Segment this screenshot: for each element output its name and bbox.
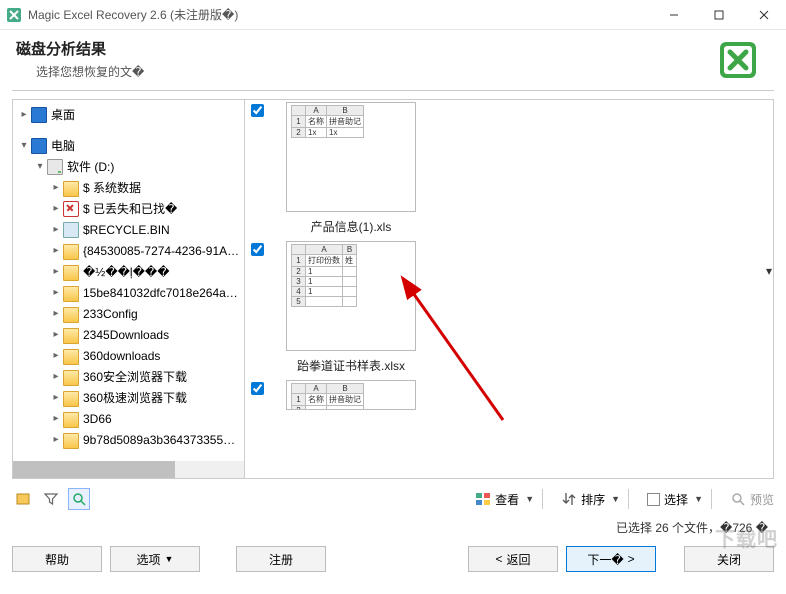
tree-item[interactable]: ▸{84530085-7274-4236-91A… xyxy=(45,240,244,261)
view-menu[interactable]: 查看▼ xyxy=(475,491,534,508)
tree-node-computer[interactable]: ▾电脑 xyxy=(13,135,244,156)
button-bar: 帮助 选项▼ 注册 <返回 下一�> 关闭 xyxy=(0,536,786,572)
minimize-button[interactable] xyxy=(651,0,696,29)
folder-icon xyxy=(63,181,79,197)
file-name: 跆拳道证书样表.xlsx xyxy=(273,357,429,374)
file-checkbox[interactable] xyxy=(251,382,264,395)
folder-icon xyxy=(63,412,79,428)
select-menu[interactable]: 选择▼ xyxy=(647,491,703,508)
folder-icon xyxy=(63,244,79,260)
file-item[interactable]: AB1名称拼音助记21x1x 产品信息(1).xls xyxy=(249,102,771,235)
checkbox-icon xyxy=(647,493,660,506)
tree-item[interactable]: ▸233Config xyxy=(45,303,244,324)
drive-icon xyxy=(47,159,63,175)
folder-icon xyxy=(63,391,79,407)
chevron-down-icon[interactable]: ▾ xyxy=(766,264,772,278)
file-list[interactable]: AB1名称拼音助记21x1x 产品信息(1).xls AB1打印份数姓2131415… xyxy=(245,100,773,478)
file-name: 产品信息(1).xls xyxy=(273,218,429,235)
separator xyxy=(12,90,774,91)
tree-item[interactable]: ▸360downloads xyxy=(45,345,244,366)
folder-icon xyxy=(63,307,79,323)
view-icon xyxy=(475,491,491,507)
titlebar: Magic Excel Recovery 2.6 (未注册版�) xyxy=(0,0,786,30)
preview-button[interactable]: 预览 xyxy=(730,491,774,508)
page-header: 磁盘分析结果 选择您想恢复的文� xyxy=(0,30,786,90)
tree-item[interactable]: ▸15be841032dfc7018e264a… xyxy=(45,282,244,303)
folder-tree[interactable]: ▸桌面 ▾电脑 ▾软件 (D:) ▸$ 系统数据▸$ 已丢失和已找�▸$RECY… xyxy=(13,100,245,478)
folder-icon xyxy=(63,286,79,302)
tree-item[interactable]: ▸�½��ļ��� xyxy=(45,261,244,282)
folder-icon xyxy=(63,265,79,281)
tree-item[interactable]: ▸$RECYCLE.BIN xyxy=(45,219,244,240)
tree-item[interactable]: ▸360极速浏览器下载 xyxy=(45,387,244,408)
tree-item[interactable]: ▸3D66 xyxy=(45,408,244,429)
file-item[interactable]: AB1名称拼音助记2 xyxy=(249,380,771,410)
computer-icon xyxy=(31,138,47,154)
desktop-icon xyxy=(31,107,47,123)
sort-icon xyxy=(561,491,577,507)
page-subtitle: 选择您想恢复的文� xyxy=(36,63,770,80)
tree-hscrollbar[interactable] xyxy=(13,461,244,478)
main-panel: ▸桌面 ▾电脑 ▾软件 (D:) ▸$ 系统数据▸$ 已丢失和已找�▸$RECY… xyxy=(12,99,774,479)
folder-icon xyxy=(63,370,79,386)
status-text: 已选择 26 个文件，�726 � xyxy=(0,519,768,536)
toolbar-btn-1[interactable] xyxy=(12,488,34,510)
tree-item[interactable]: ▸360安全浏览器下载 xyxy=(45,366,244,387)
tree-item[interactable]: ▸$ 系统数据 xyxy=(45,177,244,198)
close-button[interactable] xyxy=(741,0,786,29)
window-controls xyxy=(651,0,786,29)
lost-icon xyxy=(63,201,79,217)
maximize-button[interactable] xyxy=(696,0,741,29)
page-title: 磁盘分析结果 xyxy=(16,38,770,59)
help-button[interactable]: 帮助 xyxy=(12,546,102,572)
tree-item[interactable]: ▸9b78d5089a3b364373355… xyxy=(45,429,244,450)
options-button[interactable]: 选项▼ xyxy=(110,546,200,572)
filter-button[interactable] xyxy=(40,488,62,510)
tree-node-drive[interactable]: ▾软件 (D:) xyxy=(29,156,244,177)
back-button[interactable]: <返回 xyxy=(468,546,558,572)
recycle-icon xyxy=(63,222,79,238)
file-checkbox[interactable] xyxy=(251,104,264,117)
search-button[interactable] xyxy=(68,488,90,510)
preview-icon xyxy=(730,491,746,507)
file-thumbnail[interactable]: AB1打印份数姓2131415 xyxy=(286,241,416,351)
file-thumbnail[interactable]: AB1名称拼音助记2 xyxy=(286,380,416,410)
tree-item[interactable]: ▸$ 已丢失和已找� xyxy=(45,198,244,219)
sort-menu[interactable]: 排序▼ xyxy=(561,491,620,508)
folder-icon xyxy=(63,349,79,365)
register-button[interactable]: 注册 xyxy=(236,546,326,572)
file-item[interactable]: AB1打印份数姓2131415 跆拳道证书样表.xlsx xyxy=(249,241,771,374)
toolbar: 查看▼ 排序▼ 选择▼ 预览 xyxy=(12,485,774,513)
excel-logo-icon xyxy=(714,36,762,84)
next-button[interactable]: 下一�> xyxy=(566,546,656,572)
tree-item[interactable]: ▸2345Downloads xyxy=(45,324,244,345)
folder-icon xyxy=(63,433,79,449)
file-checkbox[interactable] xyxy=(251,243,264,256)
close-dialog-button[interactable]: 关闭 xyxy=(684,546,774,572)
tree-node-desktop[interactable]: ▸桌面 xyxy=(13,104,244,125)
file-thumbnail[interactable]: AB1名称拼音助记21x1x xyxy=(286,102,416,212)
folder-icon xyxy=(63,328,79,344)
app-icon xyxy=(6,7,22,23)
window-title: Magic Excel Recovery 2.6 (未注册版�) xyxy=(28,6,651,23)
